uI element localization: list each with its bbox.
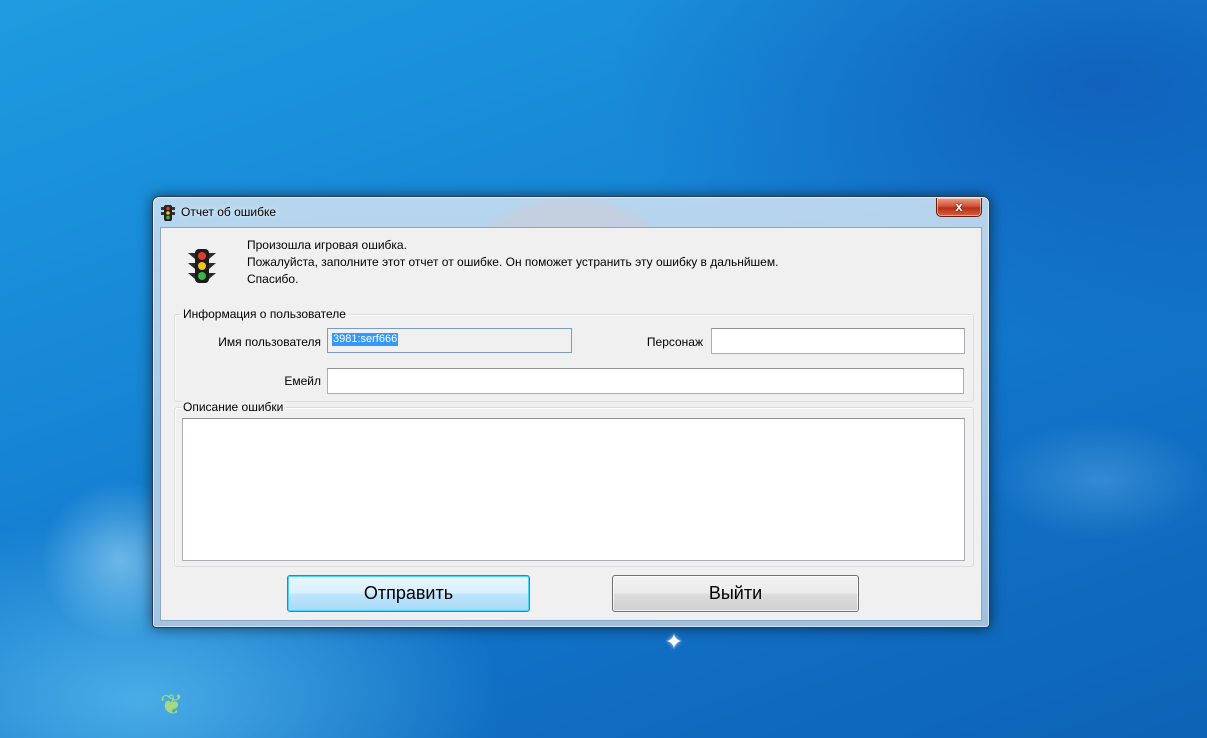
message-line: Произошла игровая ошибка. [247, 238, 407, 252]
desktop: ✦ ❦ Отчет об ошибке x Произошла игровая … [0, 0, 1207, 738]
username-field[interactable]: 3981:serf666 [327, 328, 572, 353]
dialog-body: Произошла игровая ошибка. Пожалуйста, за… [160, 227, 982, 621]
exit-button[interactable]: Выйти [612, 575, 859, 612]
wallpaper-glow [990, 420, 1207, 540]
message-line: Пожалуйста, заполните этот отчет от ошиб… [247, 255, 779, 269]
send-button[interactable]: Отправить [287, 575, 530, 612]
wallpaper-leaf-icon: ❦ [160, 689, 184, 720]
traffic-light-icon [188, 249, 216, 283]
description-textarea[interactable] [182, 418, 965, 561]
email-label: Емейл [284, 374, 321, 388]
titlebar[interactable]: Отчет об ошибке x [153, 197, 989, 227]
character-field[interactable] [711, 328, 965, 354]
username-value: 3981:serf666 [332, 333, 399, 346]
window-title: Отчет об ошибке [181, 205, 277, 219]
close-button[interactable]: x [936, 198, 982, 217]
user-info-group-label: Информация о пользователе [181, 307, 348, 321]
character-label: Персонаж [646, 335, 703, 349]
send-button-label: Отправить [363, 583, 454, 603]
exit-button-label: Выйти [708, 583, 763, 603]
wallpaper-sparkle-icon: ✦ [664, 629, 684, 654]
description-group-label: Описание ошибки [181, 400, 286, 414]
error-report-window: Отчет об ошибке x Произошла игровая ошиб… [152, 196, 990, 628]
email-field[interactable] [327, 368, 964, 394]
close-icon: x [955, 199, 963, 214]
traffic-light-icon [161, 205, 175, 221]
message-line: Спасибо. [247, 272, 299, 286]
username-label: Имя пользователя [218, 335, 321, 349]
